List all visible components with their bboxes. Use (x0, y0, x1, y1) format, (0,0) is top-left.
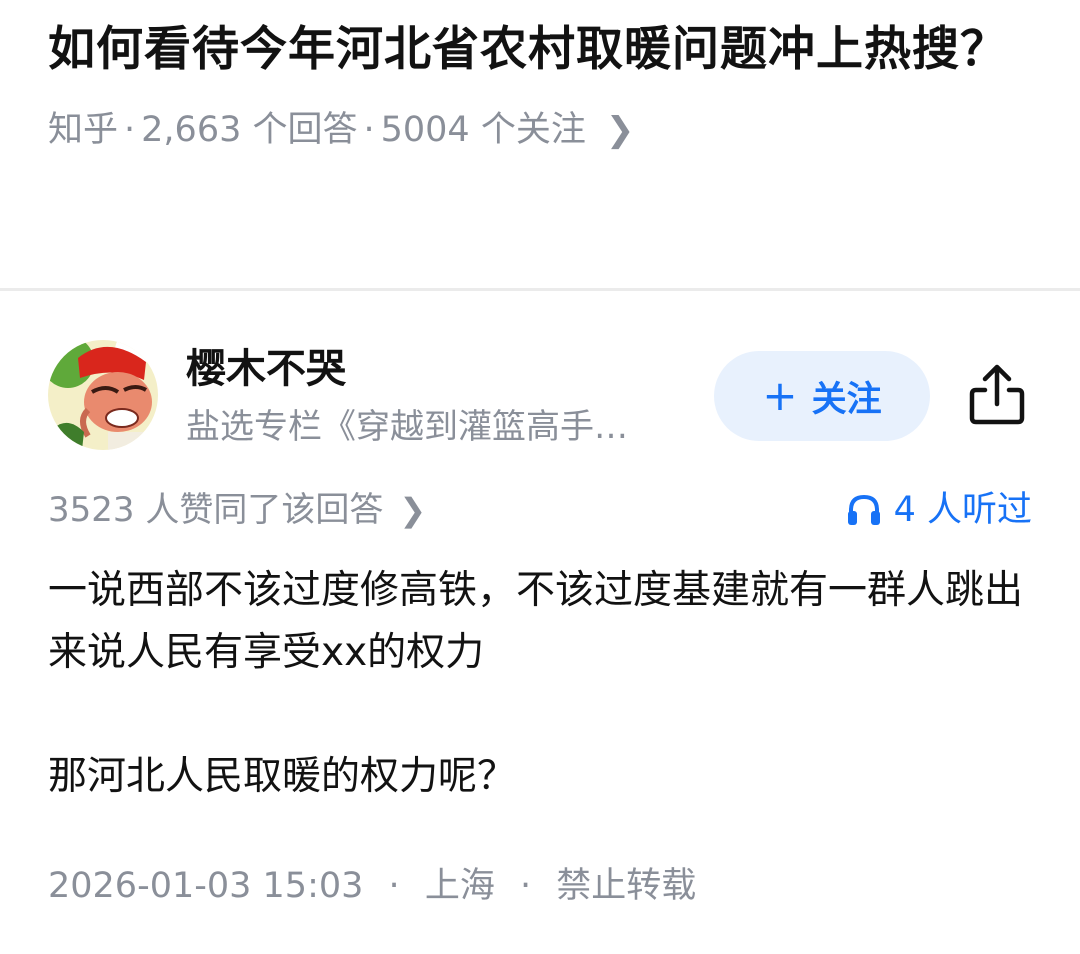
chevron-right-icon: ❯ (399, 491, 427, 529)
answer-paragraph: 一说西部不该过度修高铁，不该过度基建就有一群人跳出来说人民有享受xx的权力 (48, 568, 1024, 675)
answer-footer: 2026-01-03 15:03 · 上海 · 禁止转载 (48, 862, 696, 910)
plus-icon: + (762, 371, 798, 420)
avatar[interactable] (48, 340, 158, 450)
listen-count: 4 人听过 (893, 490, 1032, 530)
share-button[interactable] (962, 360, 1032, 430)
vote-summary[interactable]: 3523 人赞同了该回答 ❯ (48, 486, 426, 534)
footer-separator: · (519, 866, 532, 906)
answer-datetime: 2026-01-03 15:03 (48, 866, 364, 906)
meta-separator: · (363, 110, 375, 150)
headphones-icon (847, 494, 880, 525)
author-name[interactable]: 樱木不哭 (186, 344, 346, 394)
answer-count: 2,663 个回答 (141, 110, 358, 150)
chevron-right-icon[interactable]: ❯ (606, 108, 635, 152)
question-header: 如何看待今年河北省农村取暖问题冲上热搜？ 知乎 · 2,663 个回答 · 50… (48, 14, 1038, 152)
author-description[interactable]: 盐选专栏《穿越到灌篮高手… (186, 404, 686, 450)
follower-count: 5004 个关注 (380, 110, 586, 150)
section-divider (0, 288, 1080, 291)
vote-count: 3523 人赞同了该回答 (48, 490, 384, 530)
meta-separator: · (124, 110, 136, 150)
share-icon (969, 364, 1025, 425)
question-title[interactable]: 如何看待今年河北省农村取暖问题冲上热搜？ (48, 14, 1038, 86)
footer-separator: · (388, 866, 400, 906)
answer-paragraph: 那河北人民取暖的权力呢？ (48, 754, 517, 799)
follow-button-label: 关注 (811, 379, 882, 420)
answer-location: 上海 (424, 866, 495, 906)
question-source: 知乎 (48, 110, 119, 150)
question-meta[interactable]: 知乎 · 2,663 个回答 · 5004 个关注 ❯ (48, 108, 1038, 152)
follow-button[interactable]: + 关注 (714, 351, 930, 441)
answer-content[interactable]: 一说西部不该过度修高铁，不该过度基建就有一群人跳出来说人民有享受xx的权力 那河… (48, 560, 1038, 808)
cartoon-avatar-icon (48, 340, 158, 450)
copyright-notice: 禁止转载 (556, 866, 697, 906)
listen-summary[interactable]: 4 人听过 (846, 486, 1032, 534)
